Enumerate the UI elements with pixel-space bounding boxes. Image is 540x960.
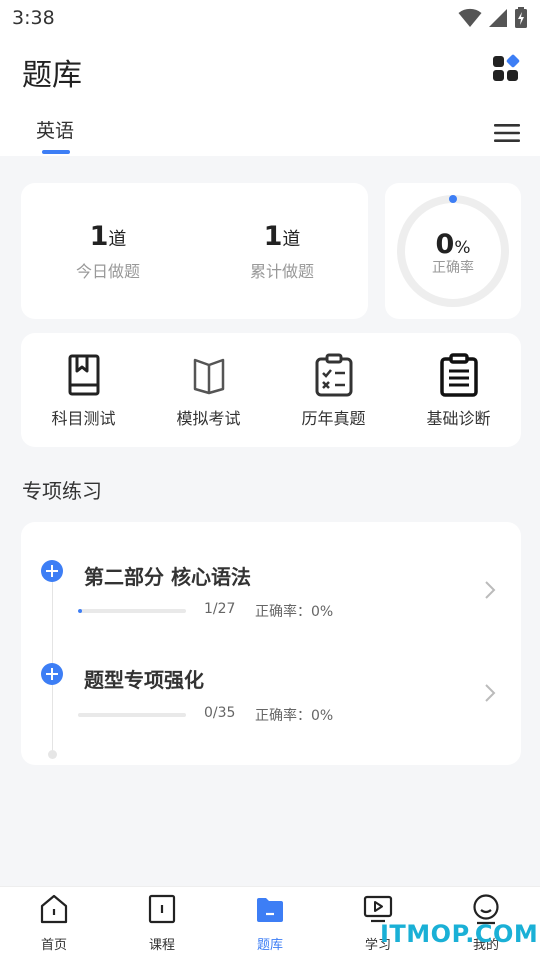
course-icon	[148, 894, 176, 924]
practice-item-title: 题型专项强化	[84, 668, 204, 692]
tool-mock-exam-label: 模拟考试	[176, 409, 241, 428]
apps-grid-icon[interactable]	[492, 54, 520, 82]
timeline-line	[52, 572, 53, 752]
rate-num: 0	[435, 229, 455, 260]
app-header: 题库 英语	[0, 36, 540, 156]
practice-progress	[78, 609, 186, 613]
rate-pct: %	[454, 238, 471, 258]
clipboard-check-icon	[315, 353, 352, 397]
stat-total-num: 1	[263, 221, 283, 252]
tool-subject-test[interactable]: 科目测试	[21, 353, 146, 429]
folder-icon	[257, 898, 283, 922]
practice-item-title: 第二部分 核心语法	[84, 565, 251, 589]
tab-active-indicator	[42, 150, 70, 154]
stat-total: 1道 累计做题	[207, 221, 357, 282]
plus-circle-icon[interactable]	[41, 560, 63, 582]
menu-icon[interactable]	[494, 122, 520, 144]
timeline-end-dot	[48, 750, 57, 759]
tool-diagnosis-label: 基础诊断	[426, 409, 491, 428]
tool-past-papers-label: 历年真题	[301, 409, 366, 428]
rate-ring-marker	[449, 195, 457, 203]
practice-item-count: 0/35	[204, 705, 236, 721]
watermark: ITMOP.COM	[380, 920, 539, 948]
stat-today-label: 今日做题	[75, 262, 140, 281]
nav-home[interactable]: 首页	[0, 893, 108, 953]
chevron-right-icon[interactable]	[483, 683, 497, 703]
status-bar: 3:38	[0, 0, 540, 36]
nav-question-bank[interactable]: 题库	[216, 893, 324, 953]
practice-item-rate: 正确率：0%	[255, 708, 334, 724]
stat-total-label: 累计做题	[249, 262, 314, 281]
tab-english[interactable]: 英语	[36, 116, 74, 143]
stat-total-unit: 道	[282, 229, 301, 250]
practice-card: 第二部分 核心语法 1/27 正确率：0% 题型专项强化 0/35 正确率：0%	[21, 522, 521, 765]
practice-progress	[78, 713, 186, 717]
rate-value: 0%	[385, 229, 521, 260]
status-time: 3:38	[12, 7, 55, 29]
chevron-right-icon[interactable]	[483, 580, 497, 600]
stats-card: 1道 今日做题 1道 累计做题	[21, 183, 368, 319]
nav-courses-label: 课程	[148, 938, 175, 953]
clipboard-list-icon	[439, 353, 478, 397]
practice-progress-fill	[78, 609, 82, 613]
battery-icon	[515, 7, 527, 28]
stat-today: 1道 今日做题	[33, 221, 183, 282]
tool-subject-test-label: 科目测试	[51, 409, 116, 428]
nav-home-label: 首页	[40, 938, 67, 953]
wifi-icon	[458, 8, 482, 27]
home-icon	[40, 894, 68, 924]
tool-mock-exam[interactable]: 模拟考试	[146, 353, 271, 429]
signal-icon	[489, 9, 507, 27]
tool-past-papers[interactable]: 历年真题	[271, 353, 396, 429]
book-icon	[68, 354, 99, 396]
plus-circle-icon[interactable]	[41, 663, 63, 685]
nav-courses[interactable]: 课程	[108, 893, 216, 953]
practice-item-rate: 正确率：0%	[255, 604, 334, 620]
nav-question-bank-label: 题库	[256, 938, 283, 953]
practice-item-count: 1/27	[204, 601, 236, 617]
open-book-icon	[193, 358, 224, 395]
page-title: 题库	[22, 58, 82, 93]
rate-label: 正确率	[432, 260, 474, 276]
tool-diagnosis[interactable]: 基础诊断	[396, 353, 521, 429]
section-title: 专项练习	[22, 479, 102, 503]
tools-card: 科目测试 模拟考试 历年真题 基础诊断	[21, 333, 521, 447]
status-icons	[458, 7, 528, 29]
rate-card: 0% 正确率	[385, 183, 521, 319]
stat-today-unit: 道	[108, 229, 127, 250]
stat-today-num: 1	[89, 221, 109, 252]
